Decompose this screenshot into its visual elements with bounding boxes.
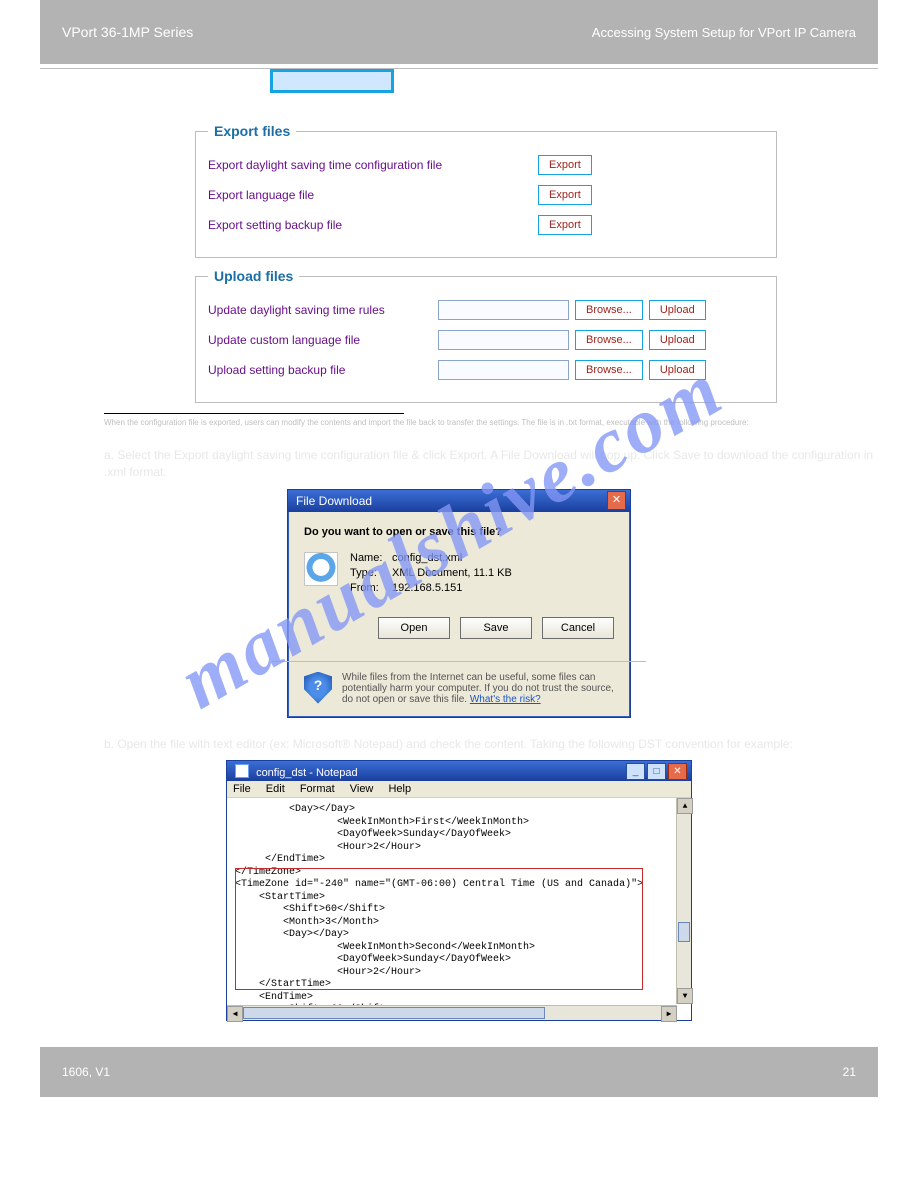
notepad-menubar[interactable]: File Edit Format View Help	[227, 781, 691, 798]
page-footer: 1606, V1 21	[40, 1047, 878, 1097]
menu-file[interactable]: File	[233, 783, 251, 795]
save-button[interactable]: Save	[460, 617, 532, 639]
warning-text: While files from the Internet can be use…	[342, 672, 614, 705]
scroll-right-icon[interactable]: ▶	[661, 1006, 677, 1022]
export-row-lang: Export language file Export	[208, 183, 758, 207]
menu-help[interactable]: Help	[388, 783, 411, 795]
footnote-rule	[104, 413, 404, 414]
notepad-window: config_dst - Notepad _ □ ✕ File Edit For…	[226, 760, 692, 1021]
scroll-thumb[interactable]	[678, 922, 690, 942]
notepad-title: config_dst - Notepad	[235, 764, 358, 779]
upload-row-dst: Update daylight saving time rules Browse…	[208, 298, 758, 322]
maximize-icon[interactable]: □	[647, 763, 666, 780]
upload-button[interactable]: Upload	[649, 330, 706, 350]
export-row-backup: Export setting backup file Export	[208, 213, 758, 237]
menu-edit[interactable]: Edit	[266, 783, 285, 795]
footer-left: 1606, V1	[62, 1065, 110, 1079]
doc-title: VPort 36-1MP Series	[62, 24, 193, 40]
doc-section: Accessing System Setup for VPort IP Came…	[592, 25, 856, 40]
page-header: VPort 36-1MP Series Accessing System Set…	[40, 0, 878, 64]
meta-key: Name:	[350, 552, 392, 564]
notepad-editor[interactable]: <Day></Day> <WeekInMonth>First</WeekInMo…	[227, 798, 691, 1020]
meta-value: XML Document, 11.1 KB	[392, 567, 512, 579]
upload-label: Upload setting backup file	[208, 363, 438, 377]
dialog-prompt: Do you want to open or save this file?	[304, 526, 614, 538]
file-metadata: Name:config_dst.xml Type:XML Document, 1…	[350, 552, 512, 597]
upload-button[interactable]: Upload	[649, 360, 706, 380]
file-type-icon	[304, 552, 338, 586]
export-button[interactable]: Export	[538, 215, 592, 235]
upload-row-lang: Update custom language file Browse... Up…	[208, 328, 758, 352]
upload-path-input[interactable]	[438, 330, 569, 350]
footnote-text: When the configuration file is exported,…	[104, 418, 918, 427]
meta-key: Type:	[350, 567, 392, 579]
step-a-text: a. Select the Export daylight saving tim…	[104, 447, 878, 481]
step-b-text: b. Open the file with text editor (ex: M…	[104, 736, 878, 753]
scroll-down-icon[interactable]: ▼	[677, 988, 693, 1004]
file-download-dialog: File Download ✕ Do you want to open or s…	[287, 489, 631, 718]
upload-label: Update custom language file	[208, 333, 438, 347]
export-button[interactable]: Export	[538, 155, 592, 175]
upload-legend: Upload files	[208, 268, 299, 284]
footer-right: 21	[843, 1065, 856, 1079]
header-divider	[40, 68, 878, 69]
dialog-title: File Download	[296, 494, 372, 508]
export-files-group: Export files Export daylight saving time…	[195, 123, 777, 258]
export-legend: Export files	[208, 123, 296, 139]
scroll-left-icon[interactable]: ◀	[227, 1006, 243, 1022]
browse-button[interactable]: Browse...	[575, 330, 643, 350]
notepad-icon	[235, 764, 249, 778]
notepad-titlebar[interactable]: config_dst - Notepad _ □ ✕	[227, 761, 691, 781]
browse-button[interactable]: Browse...	[575, 300, 643, 320]
export-label: Export daylight saving time configuratio…	[208, 158, 538, 172]
close-icon[interactable]: ✕	[668, 763, 687, 780]
shield-icon	[304, 672, 332, 704]
scroll-thumb[interactable]	[243, 1007, 545, 1019]
meta-value: 192.168.5.151	[392, 582, 462, 594]
upload-button[interactable]: Upload	[649, 300, 706, 320]
dialog-titlebar[interactable]: File Download ✕	[288, 490, 630, 512]
export-label: Export setting backup file	[208, 218, 538, 232]
browse-button[interactable]: Browse...	[575, 360, 643, 380]
scroll-up-icon[interactable]: ▲	[677, 798, 693, 814]
menu-view[interactable]: View	[350, 783, 374, 795]
upload-path-input[interactable]	[438, 300, 569, 320]
highlight-box	[235, 868, 643, 990]
whats-the-risk-link[interactable]: What's the risk?	[470, 694, 541, 705]
upload-path-input[interactable]	[438, 360, 569, 380]
export-button[interactable]: Export	[538, 185, 592, 205]
upload-label: Update daylight saving time rules	[208, 303, 438, 317]
upload-files-group: Upload files Update daylight saving time…	[195, 268, 777, 403]
export-label: Export language file	[208, 188, 538, 202]
system-maintenance-button[interactable]	[270, 69, 394, 93]
cancel-button[interactable]: Cancel	[542, 617, 614, 639]
meta-key: From:	[350, 582, 392, 594]
close-icon[interactable]: ✕	[607, 491, 626, 510]
vertical-scrollbar[interactable]: ▲ ▼	[676, 798, 691, 1004]
upload-row-backup: Upload setting backup file Browse... Upl…	[208, 358, 758, 382]
menu-format[interactable]: Format	[300, 783, 335, 795]
meta-value: config_dst.xml	[392, 552, 462, 564]
export-row-dst: Export daylight saving time configuratio…	[208, 153, 758, 177]
open-button[interactable]: Open	[378, 617, 450, 639]
minimize-icon[interactable]: _	[626, 763, 645, 780]
horizontal-scrollbar[interactable]: ◀ ▶	[227, 1005, 677, 1020]
